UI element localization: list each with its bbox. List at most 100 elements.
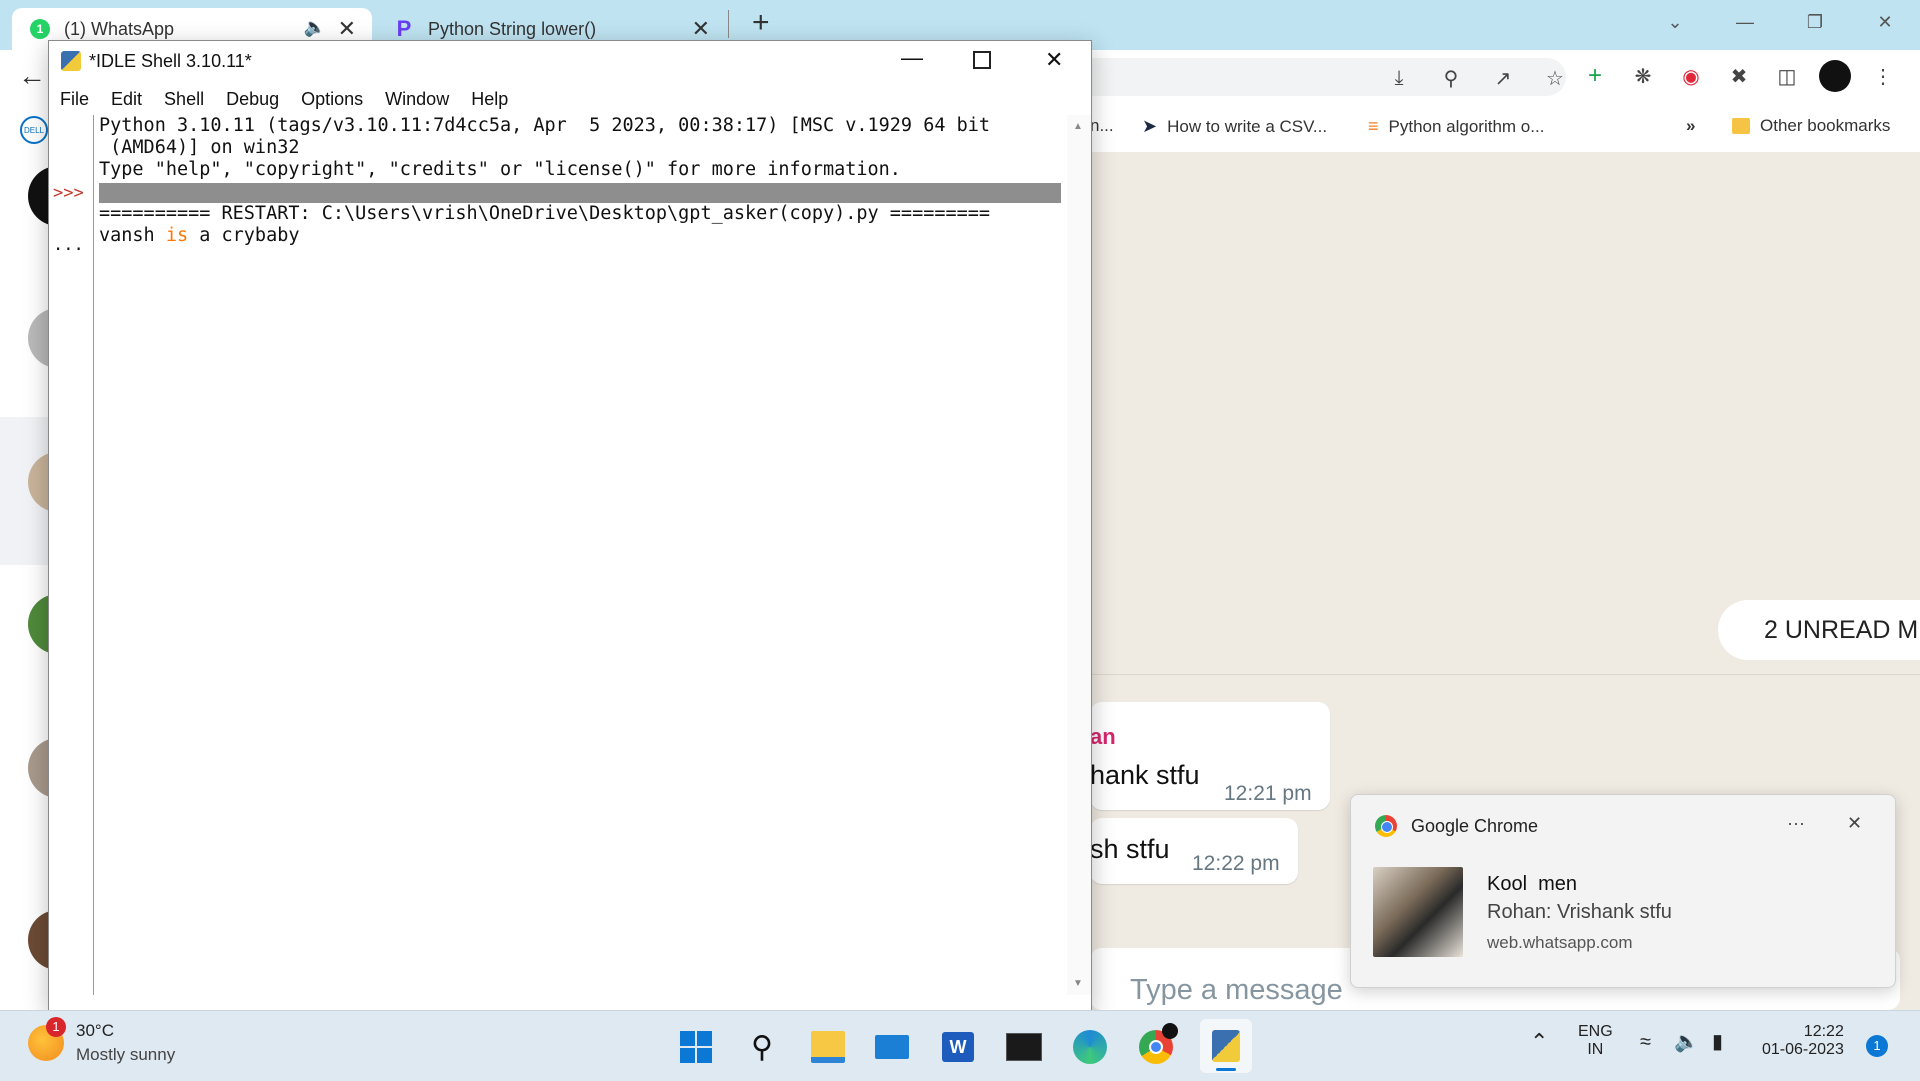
tab-divider [728,10,729,38]
restore-icon[interactable]: ❐ [1780,0,1850,44]
battery-icon[interactable]: ▮ [1712,1029,1723,1054]
more-bookmarks-chevron[interactable]: » [1686,116,1695,136]
idle-window-title: *IDLE Shell 3.10.11* [89,51,252,71]
tab-search-chevron-icon[interactable]: ⌄ [1640,0,1710,44]
unread-messages-banner: 2 UNREAD M [1718,600,1920,660]
shell-text-area[interactable]: Python 3.10.11 (tags/v3.10.11:7d4cc5a, A… [99,115,1109,995]
word-icon[interactable]: W [938,1027,978,1067]
weather-temperature[interactable]: 30°C [76,1021,114,1041]
close-tab-icon[interactable]: ✕ [338,16,356,42]
idle-menu-bar: File Edit Shell Debug Options Window Hel… [49,83,1091,115]
scroll-down-arrow-icon[interactable]: ▼ [1073,978,1083,989]
menu-help[interactable]: Help [460,83,519,115]
shell-prompt: >>> [53,183,84,203]
tab-label: (1) WhatsApp [64,18,175,39]
menu-debug[interactable]: Debug [215,83,290,115]
whatsapp-favicon-icon: 1 [30,19,50,39]
speaker-icon[interactable]: 🔈 [304,17,326,38]
continuation-prompt: ... [53,235,84,255]
composer-placeholder: Type a message [1130,974,1343,1006]
menu-file[interactable]: File [49,83,100,115]
shell-prompt-gutter: >>> ... [49,115,94,995]
close-window-icon[interactable]: ✕ [1850,0,1920,44]
message-time: 12:21 pm [1224,782,1312,805]
banner-line: Type "help", "copyright", "credits" or "… [99,159,901,180]
zoom-out-icon[interactable]: ⚲ [1432,66,1470,90]
idle-close-icon[interactable]: ✕ [1045,47,1063,73]
idle-shell-window: *IDLE Shell 3.10.11* — ✕ File Edit Shell… [48,40,1092,1012]
idle-maximize-icon[interactable] [973,51,991,69]
notification-close-icon[interactable]: ✕ [1847,813,1862,834]
stackoverflow-favicon-icon: ≡ [1368,116,1379,136]
browser-window-controls: ⌄ — ❐ ✕ [1640,0,1920,44]
notification-count-badge[interactable]: 1 [1866,1035,1888,1057]
bookmark-favicon-icon: ➤ [1142,116,1158,136]
other-bookmarks-folder[interactable]: Other bookmarks [1732,116,1890,136]
output-line: vansh is a crybaby [99,225,300,246]
message-bubble[interactable]: sh stfu 12:22 pm [1090,818,1298,884]
chrome-logo-icon [1375,815,1397,837]
minimize-icon[interactable]: — [1710,0,1780,44]
install-app-icon[interactable]: ⤓ [1380,66,1418,90]
show-hidden-icons-chevron[interactable]: ⌃ [1530,1029,1548,1055]
folder-icon [1732,118,1750,134]
volume-icon[interactable]: 🔈 [1674,1029,1699,1054]
bookmark-csv[interactable]: ➤ How to write a CSV... [1142,116,1327,137]
close-tab-icon[interactable]: ✕ [692,16,710,42]
idle-minimize-icon[interactable]: — [901,45,923,71]
windows-start-icon[interactable] [676,1027,716,1067]
weather-badge: 1 [46,1017,66,1037]
restart-line: ========== RESTART: C:\Users\vrish\OneDr… [99,203,991,224]
openai-extension-icon[interactable]: ❋ [1624,58,1662,94]
chrome-menu-kebab-icon[interactable]: ⋮ [1864,58,1902,94]
unread-divider [1090,674,1920,675]
scroll-up-arrow-icon[interactable]: ▲ [1073,121,1083,132]
notification-body: Rohan: Vrishank stfu [1487,901,1672,923]
mysql-terminal-icon[interactable] [1004,1027,1044,1067]
notification-app-name: Google Chrome [1411,816,1539,836]
python-idle-icon [61,51,81,71]
notification-more-icon[interactable]: ··· [1787,813,1805,834]
dell-bookmark[interactable]: DELL [20,116,48,144]
idle-taskbar-icon[interactable] [1200,1019,1252,1073]
weather-description[interactable]: Mostly sunny [76,1045,175,1065]
mail-icon[interactable] [872,1027,912,1067]
bookmark-python-algorithm[interactable]: ≡ Python algorithm o... [1368,116,1544,137]
menu-shell[interactable]: Shell [153,83,215,115]
record-extension-icon[interactable]: ◉ [1672,58,1710,94]
whatsapp-chat-list [0,152,88,1010]
banner-line: (AMD64)] on win32 [99,137,300,158]
extensions-area: + ❋ ◉ ✖ ◫ ⋮ [1576,58,1902,94]
address-bar[interactable]: ⤓ ⚲ ↗ ☆ [1090,58,1566,96]
message-time: 12:22 pm [1192,852,1280,875]
idle-vertical-scrollbar[interactable]: ▲ ▼ [1067,115,1091,995]
banner-line: Python 3.10.11 (tags/v3.10.11:7d4cc5a, A… [99,115,991,136]
search-icon[interactable]: ⚲ [742,1027,782,1067]
notification-source: web.whatsapp.com [1487,933,1633,952]
new-tab-icon[interactable]: + [752,6,770,40]
python-site-favicon-icon: P [396,16,412,41]
chrome-notification-toast[interactable]: Google Chrome ··· ✕ Kool men Rohan: Vris… [1350,794,1896,988]
side-panel-icon[interactable]: ◫ [1768,58,1806,94]
tab-label: Python String lower() [428,18,597,39]
dell-logo-icon: DELL [20,116,48,144]
clock[interactable]: 12:22 01-06-2023 [1762,1023,1844,1059]
edge-icon[interactable] [1070,1027,1110,1067]
wifi-icon[interactable]: ≈ [1640,1031,1651,1054]
extensions-puzzle-icon[interactable]: ✖ [1720,58,1758,94]
chrome-taskbar-icon[interactable] [1136,1023,1178,1067]
share-icon[interactable]: ↗ [1484,66,1522,90]
file-explorer-icon[interactable] [808,1027,848,1067]
profile-avatar[interactable] [1816,58,1854,94]
language-indicator[interactable]: ENG IN [1578,1023,1613,1059]
menu-options[interactable]: Options [290,83,374,115]
idle-title-bar: *IDLE Shell 3.10.11* — ✕ [49,41,1091,83]
selection-highlight [99,183,1061,203]
add-extension-icon[interactable]: + [1576,58,1614,94]
bookmark-star-icon[interactable]: ☆ [1536,66,1574,90]
windows-taskbar: 1 30°C Mostly sunny ⚲ W ⌃ ENG IN ≈ 🔈 ▮ 1… [0,1010,1920,1081]
back-arrow-icon[interactable]: ← [18,60,46,92]
message-bubble[interactable]: an hank stfu 12:21 pm [1090,702,1330,810]
menu-edit[interactable]: Edit [100,83,153,115]
menu-window[interactable]: Window [374,83,460,115]
